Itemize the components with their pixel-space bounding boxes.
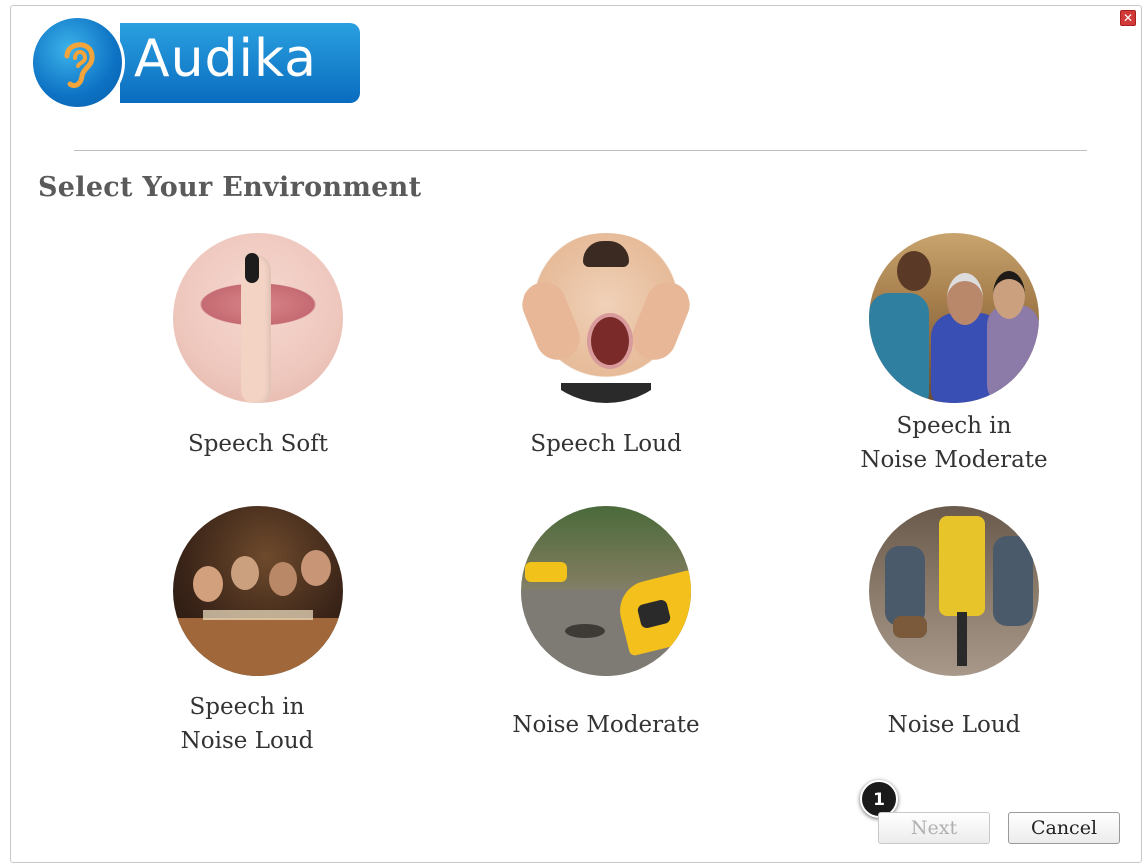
environment-label: Speech in Noise Loud — [180, 694, 314, 754]
cancel-button[interactable]: Cancel — [1008, 812, 1120, 844]
environment-noise-loud[interactable]: Noise Loud — [794, 506, 1114, 742]
group-conversation-photo — [869, 233, 1039, 403]
environment-noise-moderate[interactable]: Noise Moderate — [446, 506, 766, 742]
logo-circle — [30, 15, 125, 110]
audika-logo: Audika — [30, 15, 360, 110]
finger-on-lips-photo — [173, 233, 343, 403]
environment-label: Noise Loud — [887, 712, 1021, 738]
environment-label: Speech Soft — [187, 431, 329, 457]
logo-text: Audika — [134, 29, 318, 89]
restaurant-dinner-photo — [173, 506, 343, 676]
environment-speech-in-noise-loud[interactable]: Speech in Noise Loud — [98, 506, 418, 758]
ear-icon — [64, 42, 95, 89]
next-button[interactable]: Next — [878, 812, 990, 844]
man-shouting-photo — [521, 233, 691, 403]
environment-label: Speech in Noise Moderate — [860, 413, 1048, 473]
environment-label: Speech Loud — [530, 431, 682, 457]
environment-speech-in-noise-moderate[interactable]: Speech in Noise Moderate — [794, 233, 1114, 477]
city-street-taxi-photo — [521, 506, 691, 676]
page-title: Select Your Environment — [38, 172, 422, 203]
environment-speech-soft[interactable]: Speech Soft — [98, 233, 418, 461]
environment-label: Noise Moderate — [512, 712, 700, 738]
environment-speech-loud[interactable]: Speech Loud — [446, 233, 766, 461]
close-button[interactable]: ✕ — [1120, 10, 1136, 26]
header-divider — [74, 150, 1087, 151]
jackhammer-photo — [869, 506, 1039, 676]
